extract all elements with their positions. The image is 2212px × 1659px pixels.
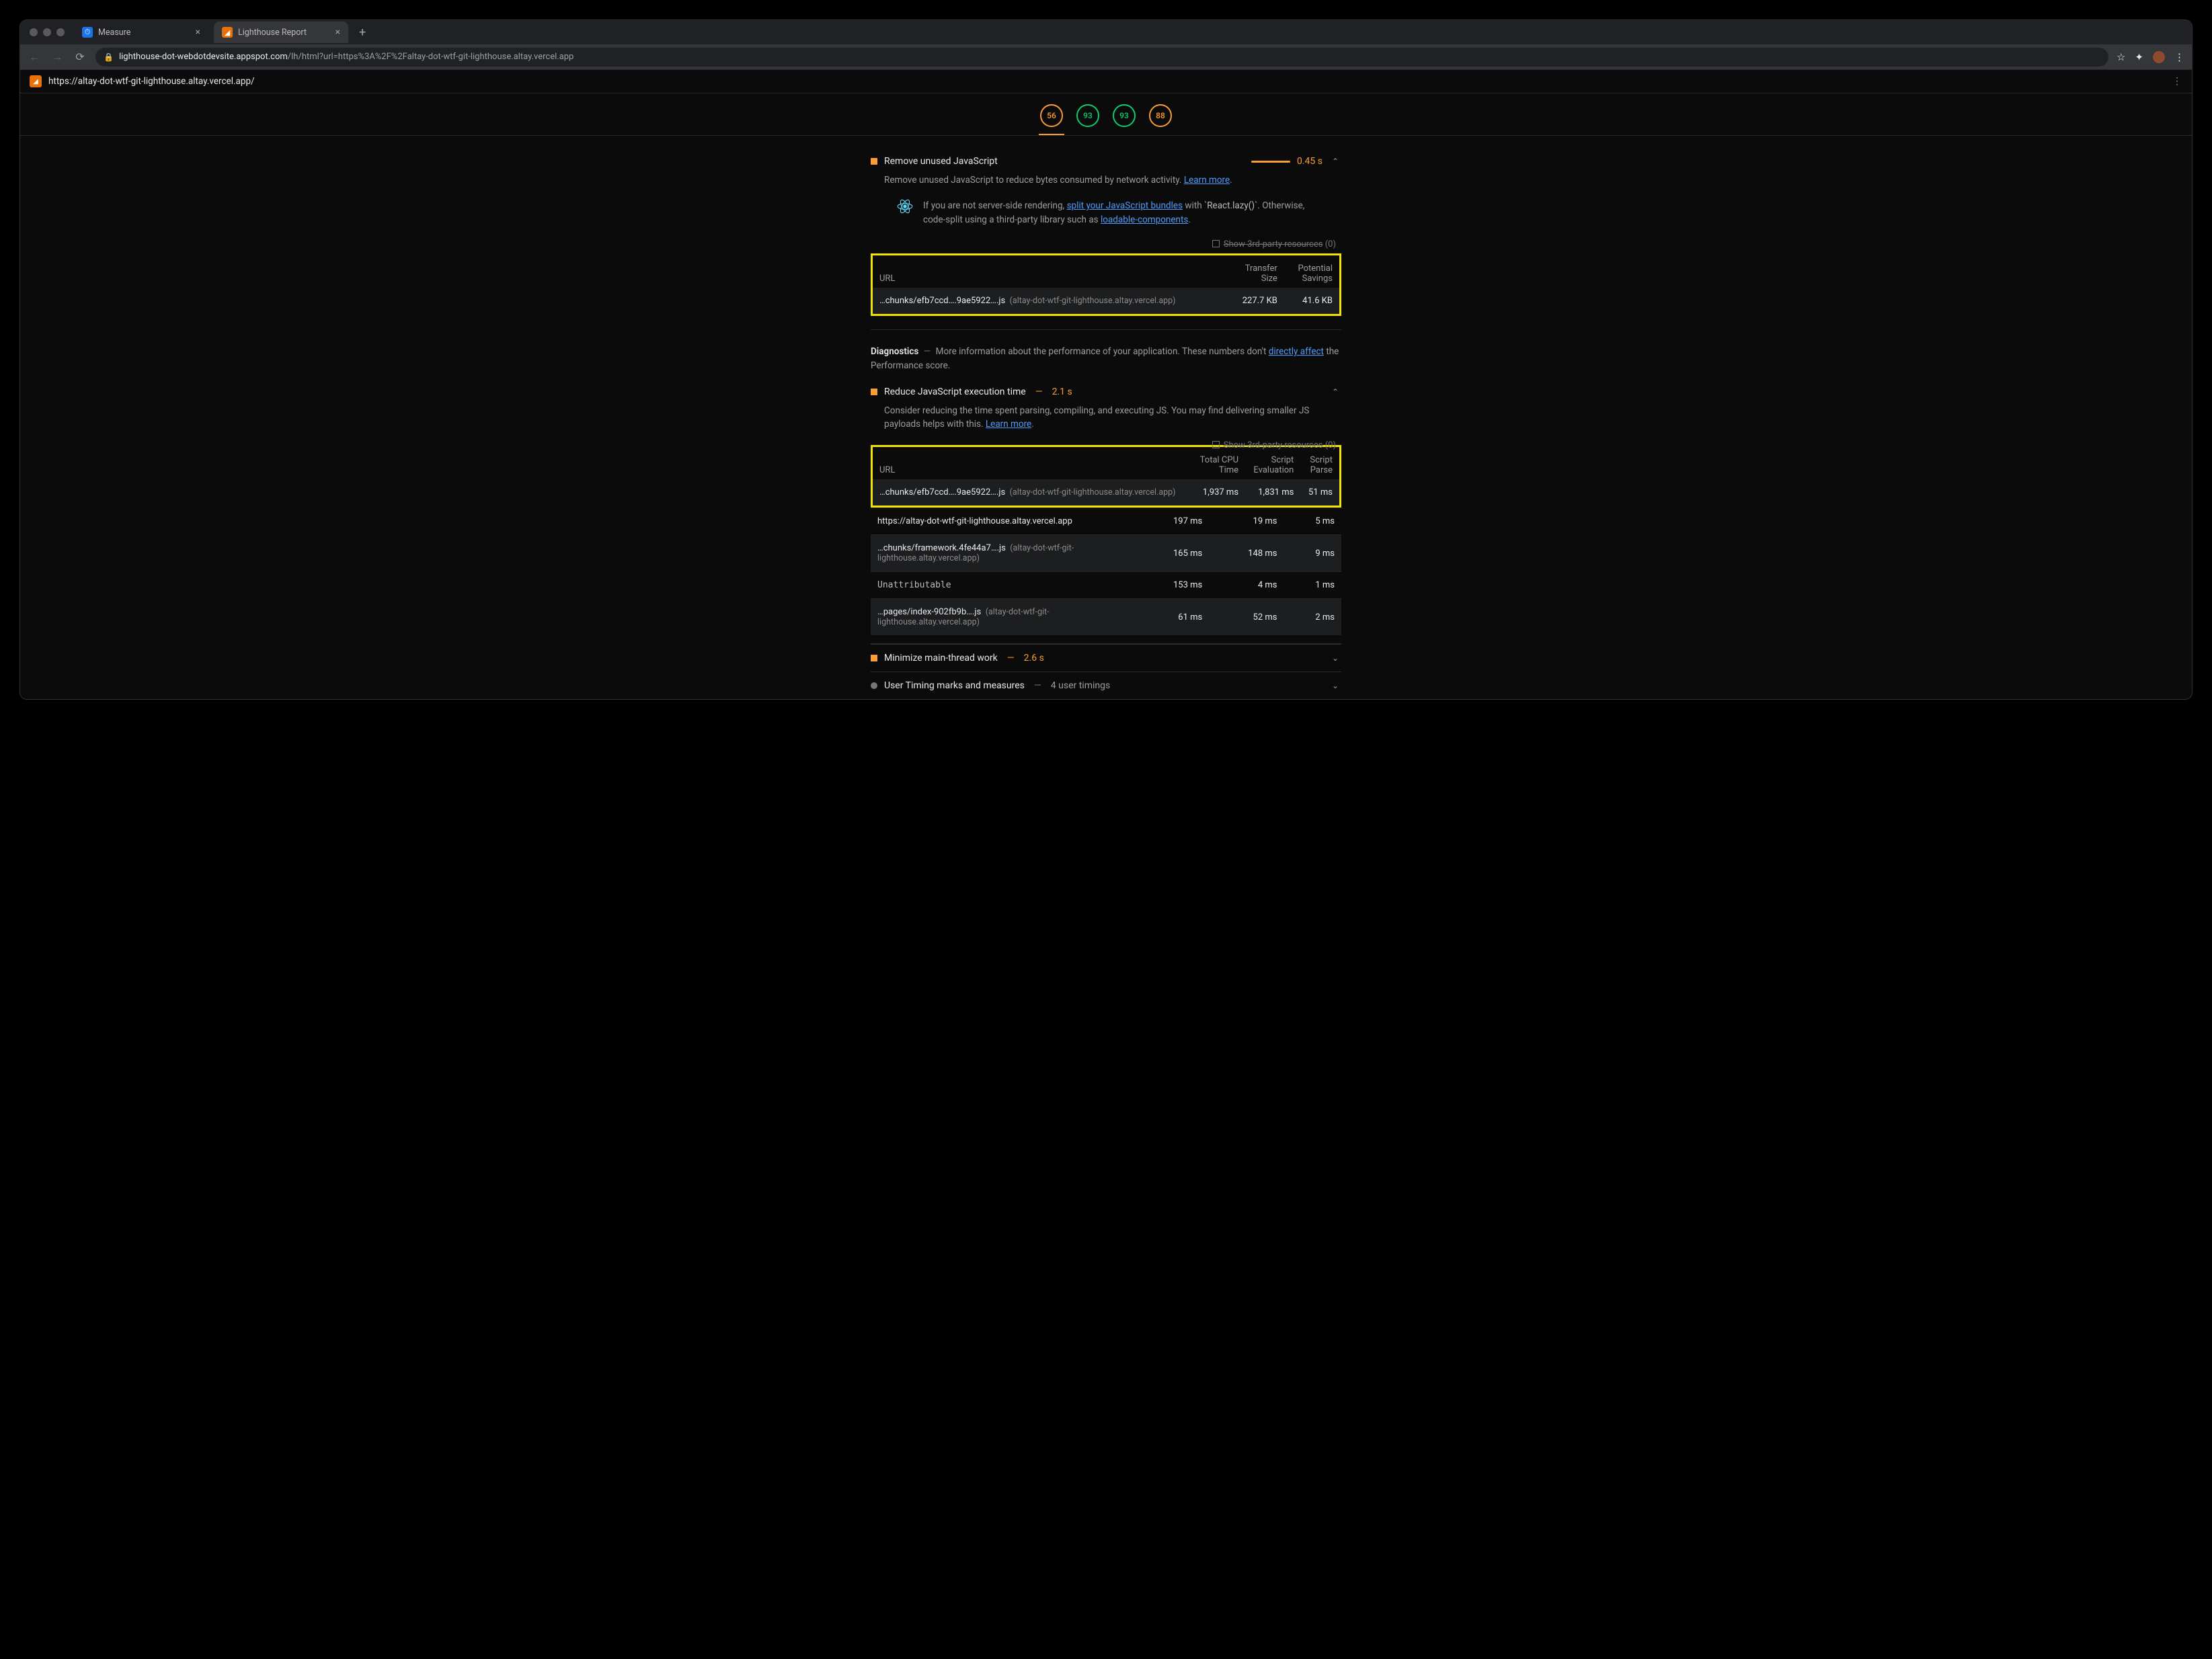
audit-metric: 2.1 s xyxy=(1052,387,1072,397)
table-row: Unattributable 153 ms 4 ms 1 ms xyxy=(871,572,1341,599)
maximize-window-icon[interactable] xyxy=(56,28,65,36)
tab-label: Measure xyxy=(98,28,130,38)
gauge-performance[interactable]: 56 xyxy=(1040,104,1063,127)
close-window-icon[interactable] xyxy=(30,28,38,36)
checkbox-icon[interactable] xyxy=(1212,240,1220,247)
gauge-best-practices[interactable]: 93 xyxy=(1113,104,1136,127)
browser-window: ⏱ Measure × ◢ Lighthouse Report × + ← → … xyxy=(20,20,2192,699)
browser-toolbar: ← → ⟳ 🔒 lighthouse-dot-webdotdevsite.app… xyxy=(20,44,2192,70)
learn-more-link[interactable]: Learn more xyxy=(986,419,1031,430)
lighthouse-favicon-icon: ◢ xyxy=(222,27,233,38)
url-path: /lh/html?url=https%3A%2F%2Faltay-dot-wtf… xyxy=(288,52,574,62)
file-name: Unattributable xyxy=(877,580,951,590)
react-icon xyxy=(898,199,912,214)
checkbox-icon[interactable] xyxy=(1212,441,1220,448)
gauge-accessibility[interactable]: 93 xyxy=(1076,104,1099,127)
potential-savings: 41.6 KB xyxy=(1284,288,1339,314)
audit-header[interactable]: Reduce JavaScript execution time — 2.1 s… xyxy=(871,387,1341,397)
chevron-down-icon[interactable]: ⌄ xyxy=(1329,653,1341,663)
audit-minimize-main-thread[interactable]: Minimize main-thread work — 2.6 s ⌄ xyxy=(871,644,1341,672)
extensions-icon[interactable]: ✦ xyxy=(2135,51,2143,63)
file-name: …chunks/efb7ccd….9ae5922….js xyxy=(879,296,1005,306)
chevron-down-icon[interactable]: ⌄ xyxy=(1329,681,1341,690)
info-icon xyxy=(871,682,877,689)
tested-url: https://altay-dot-wtf-git-lighthouse.alt… xyxy=(48,76,255,87)
loadable-components-link[interactable]: loadable-components xyxy=(1101,214,1188,225)
diagnostics-heading: Diagnostics — More information about the… xyxy=(871,330,1341,378)
reload-button[interactable]: ⟳ xyxy=(73,50,87,63)
lock-icon: 🔒 xyxy=(104,52,114,62)
lighthouse-icon: ◢ xyxy=(30,75,42,87)
chevron-up-icon[interactable]: ⌃ xyxy=(1329,387,1341,397)
directly-affect-link[interactable]: directly affect xyxy=(1269,346,1324,357)
window-controls[interactable] xyxy=(26,28,69,36)
gauge-seo[interactable]: 88 xyxy=(1149,104,1172,127)
table-row: …chunks/efb7ccd….9ae5922….js (altay-dot-… xyxy=(873,288,1339,314)
table-row: https://altay-dot-wtf-git-lighthouse.alt… xyxy=(871,508,1341,535)
audit-title: Minimize main-thread work xyxy=(884,653,998,663)
profile-avatar[interactable] xyxy=(2153,51,2165,63)
browser-menu-icon[interactable]: ⋮ xyxy=(2174,51,2185,63)
severity-icon xyxy=(871,655,877,661)
col-potential-savings: PotentialSavings xyxy=(1284,255,1339,288)
close-tab-icon[interactable]: × xyxy=(335,27,340,38)
tab-measure[interactable]: ⏱ Measure × xyxy=(74,22,208,43)
score-gauges: 56 93 93 88 xyxy=(20,93,2192,136)
file-name: https://altay-dot-wtf-git-lighthouse.alt… xyxy=(877,516,1072,526)
file-name: …chunks/framework.4fe44a7….js xyxy=(877,543,1006,553)
third-party-toggle[interactable]: Show 3rd-party resources (0) xyxy=(871,438,1341,454)
impact-bar xyxy=(1251,161,1290,163)
bookmark-star-icon[interactable]: ☆ xyxy=(2117,51,2125,63)
report-menu-icon[interactable]: ⋮ xyxy=(2172,76,2182,87)
unused-js-table: URL TransferSize PotentialSavings …chunk… xyxy=(873,255,1339,314)
audit-header[interactable]: Remove unused JavaScript 0.45 s ⌃ xyxy=(871,156,1341,167)
col-transfer-size: TransferSize xyxy=(1228,255,1284,288)
address-bar[interactable]: 🔒 lighthouse-dot-webdotdevsite.appspot.c… xyxy=(95,48,2108,67)
tab-lighthouse-report[interactable]: ◢ Lighthouse Report × xyxy=(214,22,348,43)
transfer-size: 227.7 KB xyxy=(1228,288,1284,314)
tab-strip: ⏱ Measure × ◢ Lighthouse Report × + xyxy=(20,20,2192,44)
file-name: …pages/index-902fb9b….js xyxy=(877,607,981,617)
audit-user-timing[interactable]: User Timing marks and measures — 4 user … xyxy=(871,672,1341,699)
col-url: URL xyxy=(873,255,1228,288)
audit-title: Remove unused JavaScript xyxy=(884,156,998,167)
js-execution-table: URL Total CPUTime ScriptEvaluation Scrip… xyxy=(873,447,1339,505)
audit-title: Reduce JavaScript execution time xyxy=(884,387,1026,397)
close-tab-icon[interactable]: × xyxy=(196,27,200,38)
table-row: …chunks/efb7ccd….9ae5922….js (altay-dot-… xyxy=(873,479,1339,505)
split-bundles-link[interactable]: split your JavaScript bundles xyxy=(1067,200,1183,211)
audit-metric: 4 user timings xyxy=(1051,680,1110,691)
forward-button[interactable]: → xyxy=(50,50,65,64)
severity-icon xyxy=(871,389,877,395)
audit-remove-unused-js: Remove unused JavaScript 0.45 s ⌃ Remove… xyxy=(871,148,1341,330)
report-header: ◢ https://altay-dot-wtf-git-lighthouse.a… xyxy=(20,70,2192,93)
audit-reduce-js-execution: Reduce JavaScript execution time — 2.1 s… xyxy=(871,378,1341,645)
third-party-toggle[interactable]: Show 3rd-party resources (0) xyxy=(871,237,1341,253)
learn-more-link[interactable]: Learn more xyxy=(1184,175,1230,186)
table-row: …pages/index-902fb9b….js (altay-dot-wtf-… xyxy=(871,599,1341,636)
file-domain: (altay-dot-wtf-git-lighthouse.altay.verc… xyxy=(1010,487,1176,497)
audit-description: Consider reducing the time spent parsing… xyxy=(871,397,1341,438)
file-name: …chunks/efb7ccd….9ae5922….js xyxy=(879,487,1005,497)
audit-metric: 0.45 s xyxy=(1297,156,1322,167)
report-content: 56 93 93 88 Remove unused JavaScript 0.4… xyxy=(20,93,2192,699)
measure-favicon-icon: ⏱ xyxy=(82,27,93,38)
tab-label: Lighthouse Report xyxy=(238,28,307,38)
back-button[interactable]: ← xyxy=(27,50,42,64)
js-execution-table-rest: https://altay-dot-wtf-git-lighthouse.alt… xyxy=(871,508,1341,635)
table-row: …chunks/framework.4fe44a7….js (altay-dot… xyxy=(871,535,1341,572)
audit-description: Remove unused JavaScript to reduce bytes… xyxy=(871,167,1341,194)
severity-icon xyxy=(871,158,877,165)
react-tip: If you are not server-side rendering, sp… xyxy=(871,194,1341,237)
new-tab-button[interactable]: + xyxy=(354,26,371,40)
file-domain: (altay-dot-wtf-git-lighthouse.altay.verc… xyxy=(1010,296,1176,306)
minimize-window-icon[interactable] xyxy=(43,28,51,36)
url-host: lighthouse-dot-webdotdevsite.appspot.com xyxy=(119,52,288,62)
audit-metric: 2.6 s xyxy=(1024,653,1044,663)
chevron-up-icon[interactable]: ⌃ xyxy=(1329,157,1341,166)
audit-title: User Timing marks and measures xyxy=(884,680,1025,691)
unused-js-table-highlighted: URL TransferSize PotentialSavings …chunk… xyxy=(871,253,1341,316)
